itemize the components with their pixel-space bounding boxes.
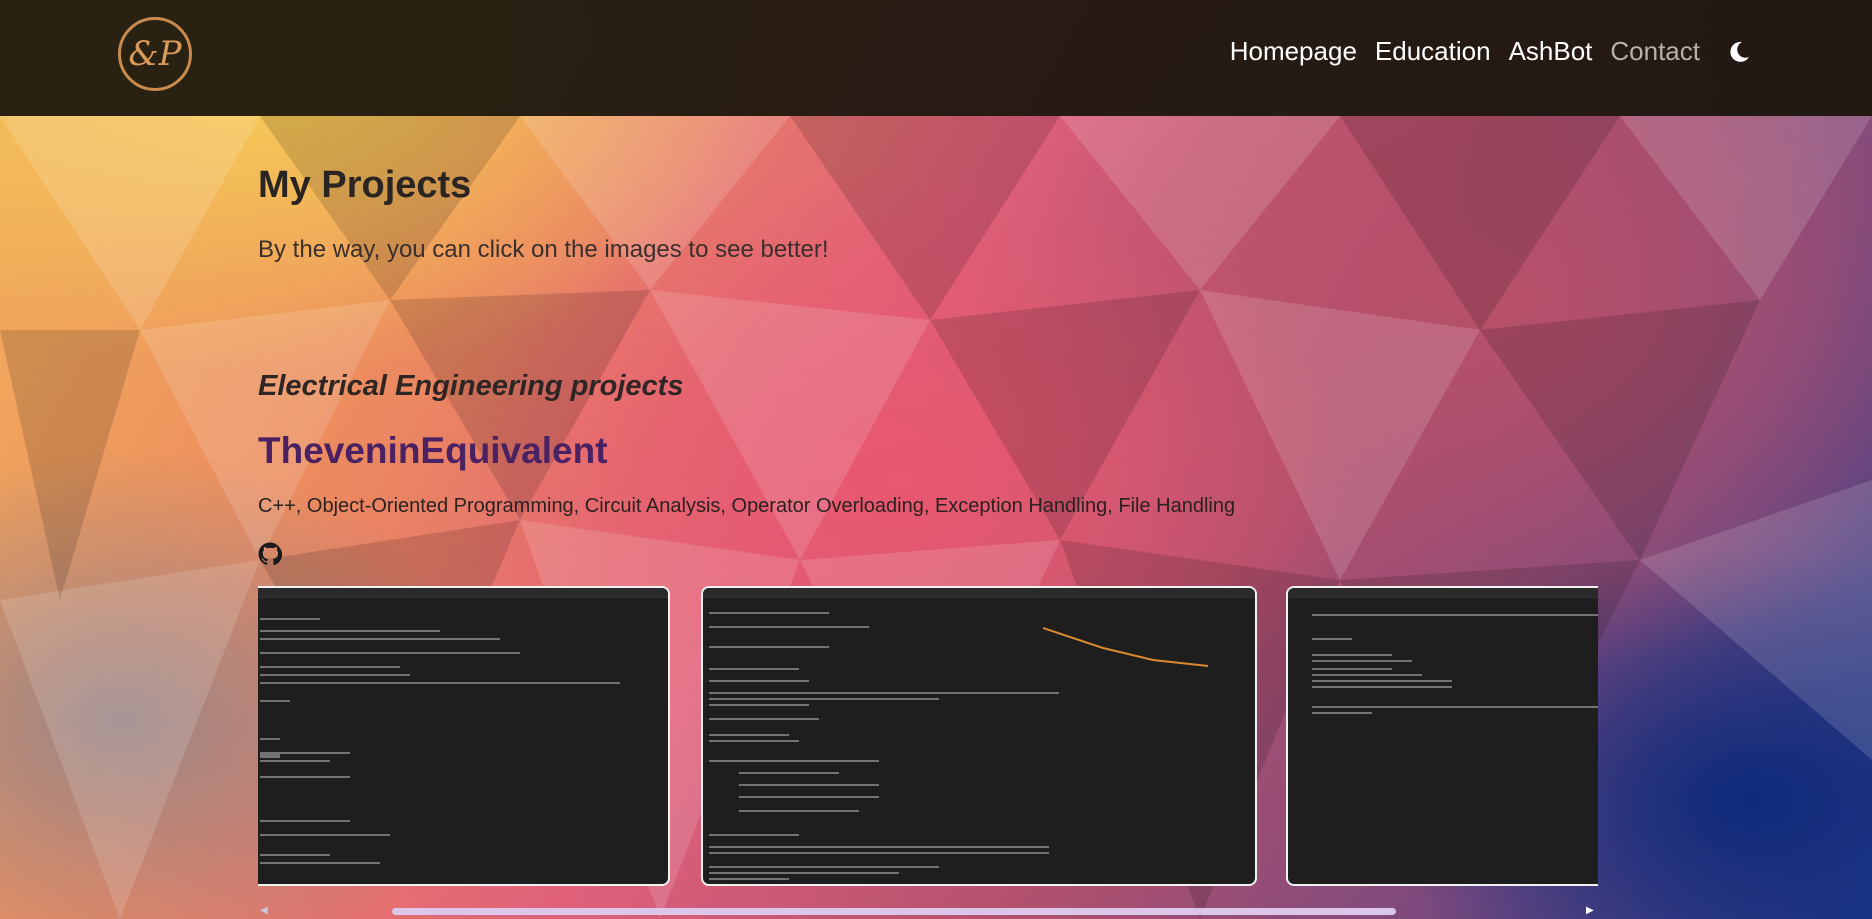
text-line — [709, 626, 869, 628]
scroll-right-arrow-icon[interactable]: ▶ — [1586, 906, 1596, 916]
navbar: &P Homepage Education AshBot Contact — [0, 0, 1872, 116]
text-line — [1312, 706, 1598, 708]
github-icon[interactable] — [258, 542, 283, 566]
text-line — [260, 760, 330, 762]
main-nav: Homepage Education AshBot Contact — [1230, 36, 1752, 67]
text-line — [709, 852, 1049, 854]
text-line — [1312, 660, 1412, 662]
text-line — [260, 682, 620, 684]
text-line — [1312, 614, 1598, 616]
text-line — [260, 638, 500, 640]
text-line — [260, 854, 330, 856]
text-line — [1312, 680, 1452, 682]
screenshot-window-bar — [703, 588, 1255, 598]
text-line — [709, 646, 829, 648]
text-line — [1312, 712, 1372, 714]
text-line — [709, 878, 789, 880]
text-line — [260, 820, 350, 822]
page-subtitle: By the way, you can click on the images … — [258, 236, 829, 263]
text-line — [709, 740, 799, 742]
text-line — [260, 618, 320, 620]
logo[interactable]: &P — [118, 17, 192, 91]
project-tech-stack: C++, Object-Oriented Programming, Circui… — [258, 495, 1236, 517]
text-line — [709, 698, 939, 700]
text-line — [709, 760, 879, 762]
text-line — [260, 630, 440, 632]
text-line — [260, 834, 390, 836]
text-line — [1312, 638, 1352, 640]
project-screenshot-3[interactable] — [1286, 586, 1598, 886]
project-image-carousel[interactable] — [258, 586, 1598, 888]
logo-text: &P — [128, 34, 182, 74]
nav-ashbot[interactable]: AshBot — [1509, 36, 1593, 67]
text-line — [709, 692, 1059, 694]
text-line — [260, 752, 350, 754]
screenshot-window-bar — [1288, 588, 1598, 598]
text-line — [709, 680, 809, 682]
text-line — [260, 862, 380, 864]
nav-education[interactable]: Education — [1375, 36, 1491, 67]
text-line — [739, 772, 839, 774]
moon-icon[interactable] — [1726, 39, 1752, 65]
text-line — [260, 738, 280, 740]
text-line — [260, 776, 350, 778]
text-line — [260, 700, 290, 702]
text-line — [709, 612, 829, 614]
carousel-scrollbar[interactable]: ◀ ▶ — [258, 906, 1598, 916]
text-line — [709, 734, 789, 736]
text-line — [709, 718, 819, 720]
section-title: Electrical Engineering projects — [258, 370, 684, 402]
text-line — [260, 756, 280, 758]
scroll-left-arrow-icon[interactable]: ◀ — [260, 906, 270, 916]
text-line — [260, 666, 400, 668]
text-line — [260, 674, 410, 676]
screenshot-window-bar — [258, 588, 668, 598]
text-line — [739, 784, 879, 786]
nav-homepage[interactable]: Homepage — [1230, 36, 1357, 67]
text-line — [709, 872, 899, 874]
text-line — [739, 810, 859, 812]
text-line — [260, 652, 520, 654]
text-line — [1312, 668, 1392, 670]
project-title[interactable]: TheveninEquivalent — [258, 430, 608, 472]
nav-contact[interactable]: Contact — [1610, 36, 1700, 67]
project-screenshot-2[interactable] — [701, 586, 1257, 886]
text-line — [709, 834, 799, 836]
text-line — [1312, 686, 1452, 688]
plot-curve — [1043, 627, 1209, 667]
text-line — [1312, 674, 1422, 676]
page-title: My Projects — [258, 164, 472, 206]
text-line — [1312, 654, 1392, 656]
project-screenshot-1[interactable] — [258, 586, 670, 886]
text-line — [709, 704, 809, 706]
scrollbar-thumb[interactable] — [392, 908, 1396, 915]
text-line — [709, 846, 1049, 848]
text-line — [709, 668, 799, 670]
text-line — [739, 796, 879, 798]
text-line — [709, 866, 939, 868]
